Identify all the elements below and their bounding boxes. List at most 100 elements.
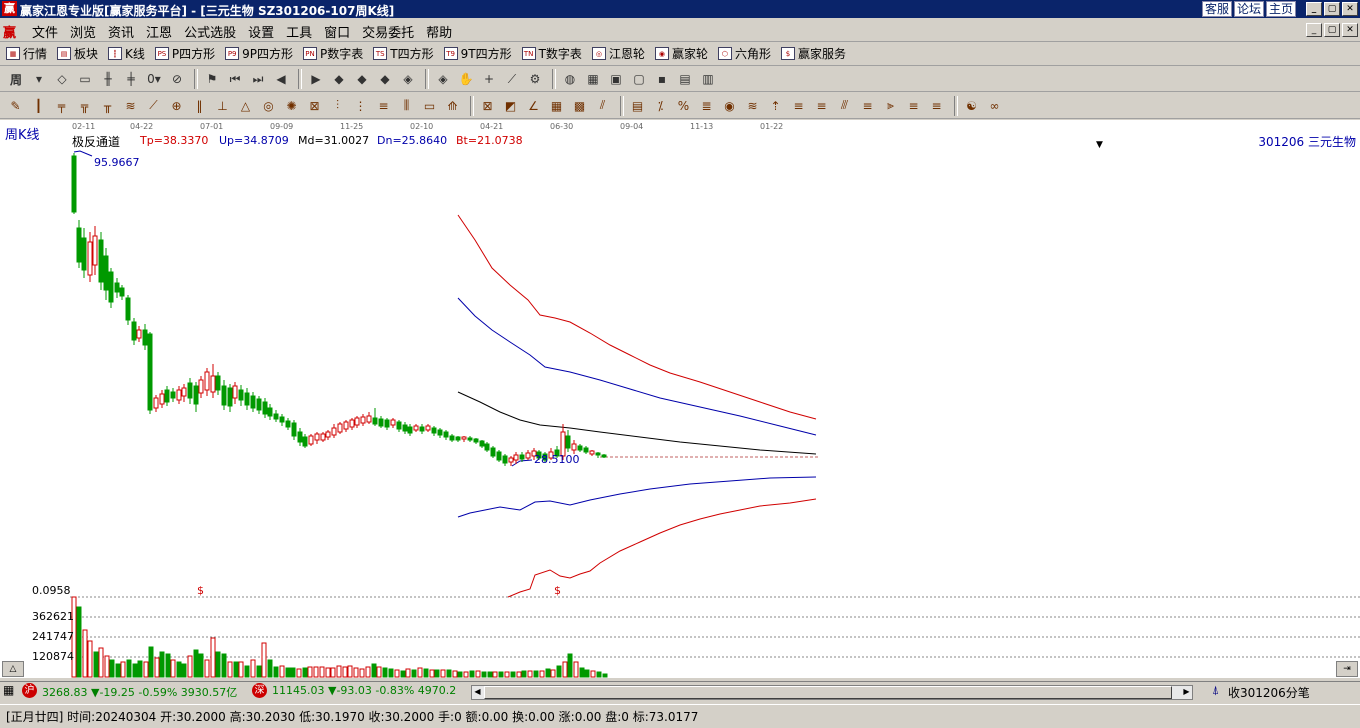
menu-item-6[interactable]: 工具 — [280, 22, 318, 41]
toolbar-button-0[interactable]: ▦ 行情 — [6, 45, 47, 62]
brush-icon[interactable]: ⟋ — [144, 96, 163, 116]
levels4-icon[interactable]: ≡ — [812, 96, 831, 116]
bars-icon[interactable]: ‖ — [190, 96, 209, 116]
toolbar-button-8[interactable]: TN T数字表 — [521, 45, 582, 62]
left-icon[interactable]: ◀ — [271, 69, 291, 89]
forum-link[interactable]: 论坛 — [1233, 1, 1264, 17]
percent-x-icon[interactable]: ⁒ — [651, 96, 670, 116]
home-link[interactable]: 主页 — [1265, 1, 1296, 17]
levels2-icon[interactable]: ≋ — [743, 96, 762, 116]
last-icon[interactable]: ⏭ — [248, 69, 268, 89]
mark-icon[interactable]: ⊘ — [167, 69, 187, 89]
menu-item-9[interactable]: 帮助 — [420, 22, 458, 41]
toolbar-button-1[interactable]: ▤ 板块 — [57, 45, 98, 62]
cycles-icon[interactable]: ⫶ — [328, 96, 347, 116]
truck-icon[interactable]: ▥ — [698, 69, 718, 89]
levels9-icon[interactable]: ≡ — [927, 96, 946, 116]
kline-chart[interactable]: 02-11 04-22 07-01 09-09 11-25 02-10 04-21 06-30… — [0, 120, 1360, 678]
menu-item-4[interactable]: 公式选股 — [178, 22, 242, 41]
ticks-icon[interactable]: ⋮ — [351, 96, 370, 116]
dropdown-icon[interactable]: ▾ — [29, 69, 49, 89]
mdi-close-button[interactable]: ✕ — [1342, 23, 1358, 37]
levels8-icon[interactable]: ≡ — [904, 96, 923, 116]
app-menu-icon[interactable]: 赢 — [3, 22, 16, 41]
hand-icon[interactable]: ✋ — [456, 69, 476, 89]
pattern3-icon[interactable]: ╫ — [98, 69, 118, 89]
minimize-button[interactable]: _ — [1306, 2, 1322, 16]
menu-item-7[interactable]: 窗口 — [318, 22, 356, 41]
slash-lines-icon[interactable]: ⫽ — [593, 96, 612, 116]
vlines-icon[interactable]: ┃ — [29, 96, 48, 116]
levels1-icon[interactable]: ≣ — [697, 96, 716, 116]
diamond3-icon[interactable]: ◆ — [375, 69, 395, 89]
star-icon[interactable]: ✺ — [282, 96, 301, 116]
toolbar-button-4[interactable]: P9 9P四方形 — [225, 45, 293, 62]
square-grid-icon[interactable]: ▩ — [570, 96, 589, 116]
chart-area[interactable]: 02-11 04-22 07-01 09-09 11-25 02-10 04-21 06-30… — [0, 120, 1360, 678]
table-icon[interactable]: ▤ — [628, 96, 647, 116]
menu-item-3[interactable]: 江恩 — [140, 22, 178, 41]
scroll-thumb[interactable] — [484, 686, 1172, 699]
hatch-icon[interactable]: ▦ — [547, 96, 566, 116]
percent-icon[interactable]: % — [674, 96, 693, 116]
indicator-dropdown-icon[interactable]: ▼ — [1096, 140, 1103, 150]
diamond1-icon[interactable]: ◆ — [329, 69, 349, 89]
keyboard-icon[interactable]: ▦ — [3, 683, 14, 697]
horizontal-scrollbar[interactable]: ◀ ▶ — [471, 685, 1193, 700]
toolbar-button-7[interactable]: T9 9T四方形 — [443, 45, 512, 62]
circle-grid-icon[interactable]: ⊕ — [167, 96, 186, 116]
pen-icon[interactable]: ✎ — [6, 96, 25, 116]
right-icon[interactable]: ▶ — [306, 69, 326, 89]
toolbar-button-10[interactable]: ◉ 赢家轮 — [654, 45, 708, 62]
rect-icon[interactable]: ▭ — [420, 96, 439, 116]
diamond5-icon[interactable]: ◈ — [433, 69, 453, 89]
arrow-up-icon[interactable]: ⇡ — [766, 96, 785, 116]
first-icon[interactable]: ⏮ — [225, 69, 245, 89]
monitor-icon[interactable]: ▣ — [606, 69, 626, 89]
spiral-icon[interactable]: ◎ — [259, 96, 278, 116]
pattern2-icon[interactable]: ▭ — [75, 69, 95, 89]
menu-item-2[interactable]: 资讯 — [102, 22, 140, 41]
levels5-icon[interactable]: ⫻ — [835, 96, 854, 116]
mdi-minimize-button[interactable]: _ — [1306, 23, 1322, 37]
calendar-icon[interactable]: ▦ — [583, 69, 603, 89]
box-diag-icon[interactable]: ◩ — [501, 96, 520, 116]
toolbar-button-9[interactable]: ◎ 江恩轮 — [591, 45, 645, 62]
fan-icon[interactable]: ⚙ — [525, 69, 545, 89]
angle-icon[interactable]: ∠ — [524, 96, 543, 116]
service-link[interactable]: 客服 — [1201, 1, 1232, 17]
compass-icon[interactable]: ◍ — [560, 69, 580, 89]
fan-lines-icon[interactable]: ⟰ — [443, 96, 462, 116]
scroll-right-icon[interactable]: ▶ — [1181, 686, 1192, 697]
levels6-icon[interactable]: ≡ — [858, 96, 877, 116]
pattern4-icon[interactable]: ╪ — [121, 69, 141, 89]
restore-button[interactable]: ▢ — [1324, 2, 1340, 16]
expand-button[interactable]: ⇥ — [1336, 661, 1358, 677]
levels3-icon[interactable]: ≡ — [789, 96, 808, 116]
diamond2-icon[interactable]: ◆ — [352, 69, 372, 89]
taiji-icon[interactable]: ☯ — [962, 96, 981, 116]
box-x-icon[interactable]: ⊠ — [478, 96, 497, 116]
window-icon[interactable]: ▢ — [629, 69, 649, 89]
pattern1-icon[interactable]: ◇ — [52, 69, 72, 89]
line-tool-icon[interactable]: ⟋ — [502, 69, 522, 89]
toolbar-button-3[interactable]: PS P四方形 — [154, 45, 215, 62]
grid3-icon[interactable]: ╥ — [98, 96, 117, 116]
box-icon[interactable]: ⊠ — [305, 96, 324, 116]
toolbar-button-11[interactable]: ⬡ 六角形 — [717, 45, 771, 62]
flag-icon[interactable]: ⚑ — [202, 69, 222, 89]
toolbar-button-6[interactable]: TS T四方形 — [373, 45, 434, 62]
time-icon[interactable]: ⫼ — [397, 96, 416, 116]
wave-icon[interactable]: ≋ — [121, 96, 140, 116]
sh-index-badge[interactable]: 沪 — [22, 683, 37, 698]
fib-icon[interactable]: ≡ — [374, 96, 393, 116]
diamond4-icon[interactable]: ◈ — [398, 69, 418, 89]
triangle-icon[interactable]: △ — [236, 96, 255, 116]
sz-index-badge[interactable]: 深 — [252, 683, 267, 698]
save-icon[interactable]: ▪ — [652, 69, 672, 89]
levels7-icon[interactable]: ⫸ — [881, 96, 900, 116]
grid1-icon[interactable]: ╤ — [52, 96, 71, 116]
crosshair-icon[interactable]: + — [479, 69, 499, 89]
print-icon[interactable]: ▤ — [675, 69, 695, 89]
toolbar-button-12[interactable]: $ 赢家服务 — [780, 45, 846, 62]
